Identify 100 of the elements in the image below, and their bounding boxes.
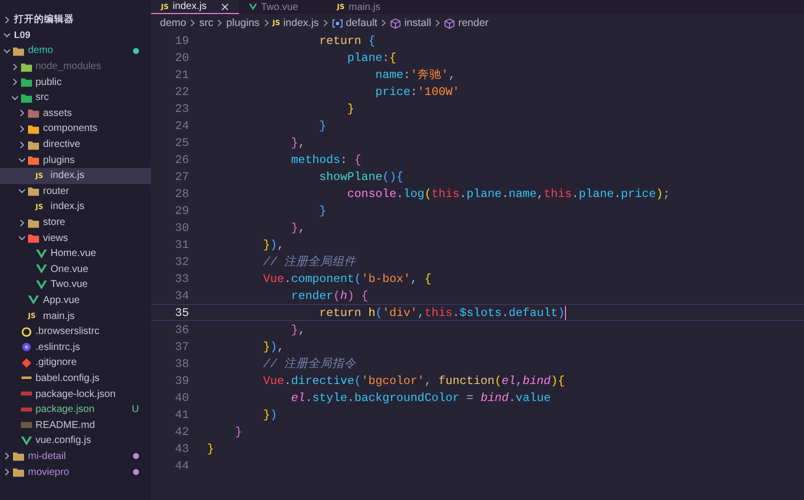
folder-item[interactable]: store: [0, 214, 151, 230]
folder-icon: [28, 186, 39, 196]
folder-icon: [28, 124, 39, 134]
v-logo-icon: [20, 436, 32, 446]
v-logo-icon: [36, 280, 46, 290]
chevron-right-icon: [322, 19, 329, 27]
code-line: }),: [262, 238, 284, 252]
file-item[interactable]: package.json U: [0, 402, 151, 418]
chevron-right-icon[interactable]: [3, 16, 11, 24]
line-number: 39: [174, 374, 189, 388]
breadcrumb-item[interactable]: plugins: [226, 17, 260, 29]
code-line: }),: [262, 340, 284, 354]
v-logo-icon: [36, 264, 46, 274]
code-line: console.log(this.plane.name,this.plane.price);: [346, 186, 670, 200]
chevron-right-icon: [380, 19, 388, 27]
line-number: 27: [174, 170, 189, 184]
document-icon: [20, 420, 32, 430]
code-line: // 注册全局组件: [262, 254, 356, 269]
circle-icon: [20, 342, 32, 352]
status-letter: U: [132, 404, 139, 416]
chevron-down-icon[interactable]: [18, 234, 26, 242]
folder-icon: [20, 62, 32, 72]
line-number: 28: [174, 186, 189, 200]
file-item[interactable]: One.vue: [0, 262, 151, 278]
file-item[interactable]: Two.vue: [0, 277, 151, 293]
diamond-icon: [20, 358, 32, 368]
line-number: 31: [174, 238, 189, 252]
chevron-right-icon: [189, 19, 196, 27]
line-number: 29: [174, 204, 189, 218]
file-item[interactable]: App.vue: [0, 292, 151, 308]
code-line: el.style.backgroundColor = bind.value: [290, 390, 551, 404]
folder-icon: [13, 451, 24, 462]
line-number: 43: [174, 442, 189, 456]
chevron-right-icon[interactable]: [18, 218, 26, 227]
breadcrumb-item[interactable]: render: [458, 17, 489, 29]
line-number: 22: [174, 84, 189, 98]
code-line: },: [290, 220, 306, 234]
line-number: 24: [174, 118, 189, 132]
code-line: showPlane(){: [318, 170, 404, 184]
folder-item[interactable]: router: [0, 184, 151, 200]
folder-item[interactable]: components: [0, 121, 151, 137]
chevron-down-icon[interactable]: [18, 156, 26, 164]
line-number: 37: [174, 340, 189, 354]
file-item[interactable]: .eslintrc.js: [0, 339, 151, 356]
folder-icon: [13, 467, 24, 478]
code-line: plane:{: [346, 50, 396, 64]
folder-item[interactable]: views: [0, 230, 151, 246]
close-icon[interactable]: [221, 2, 229, 10]
folder-icon: [28, 108, 39, 118]
line-number: 30: [174, 220, 189, 234]
breadcrumb-item[interactable]: default: [346, 17, 378, 29]
file-item[interactable]: README.md: [0, 417, 151, 434]
breadcrumb-item[interactable]: src: [199, 17, 214, 29]
chevron-right-icon: [262, 19, 270, 27]
code-line: Vue.component('b-box', {: [262, 272, 432, 286]
line-number: 21: [174, 68, 189, 82]
file-item[interactable]: babel.config.js: [0, 370, 151, 386]
breadcrumb-item[interactable]: demo: [160, 17, 186, 29]
code-line: }: [318, 204, 326, 218]
folder-item[interactable]: moviepro: [0, 464, 151, 480]
folder-icon: [20, 92, 32, 103]
file-item[interactable]: .gitignore: [0, 355, 151, 371]
code-line: return h('div',this.$slots.default): [318, 306, 566, 320]
folder-icon: [28, 140, 39, 150]
v-logo-icon: [249, 3, 257, 11]
bracket-icon: [332, 18, 343, 28]
line-number: 44: [174, 458, 189, 472]
folder-item[interactable]: directive: [0, 136, 151, 152]
folder-item[interactable]: demo: [0, 43, 151, 59]
cube-icon: [390, 18, 402, 28]
folder-item[interactable]: assets: [0, 106, 151, 122]
chevron-down-icon[interactable]: [18, 187, 26, 196]
chevron-down-icon[interactable]: [10, 94, 18, 102]
line-number: 36: [174, 322, 189, 336]
section-header[interactable]: L09: [0, 28, 151, 44]
folder-item[interactable]: mi-detail: [0, 448, 151, 464]
line-number: 35: [174, 306, 189, 320]
line-number: 34: [174, 288, 189, 302]
ring-icon: [20, 326, 32, 337]
file-item[interactable]: Home.vue: [0, 246, 151, 262]
file-item[interactable]: package-lock.json: [0, 386, 151, 402]
code-line: // 注册全局指令: [262, 356, 356, 371]
code-line: },: [290, 136, 306, 150]
line-number: 40: [174, 390, 189, 404]
breadcrumb-item[interactable]: index.js: [283, 17, 319, 29]
file-item[interactable]: .browserslistrc: [0, 324, 151, 340]
code-line: }: [346, 102, 354, 116]
code-line: },: [290, 322, 306, 336]
code-line: name:'奔驰',: [374, 67, 456, 82]
code-line: price:'100W': [374, 84, 460, 98]
code-line: return {: [318, 34, 376, 48]
folder-item[interactable]: public: [0, 74, 151, 90]
file-item[interactable]: vue.config.js: [0, 433, 151, 449]
section-header[interactable]: 打开的编辑器: [0, 12, 151, 28]
v-logo-icon: [36, 248, 46, 259]
line-number: 33: [174, 272, 189, 286]
folder-item[interactable]: src: [0, 90, 151, 106]
line-number: 41: [174, 408, 189, 422]
breadcrumb-item[interactable]: install: [404, 17, 432, 29]
folder-item[interactable]: plugins: [0, 152, 151, 168]
